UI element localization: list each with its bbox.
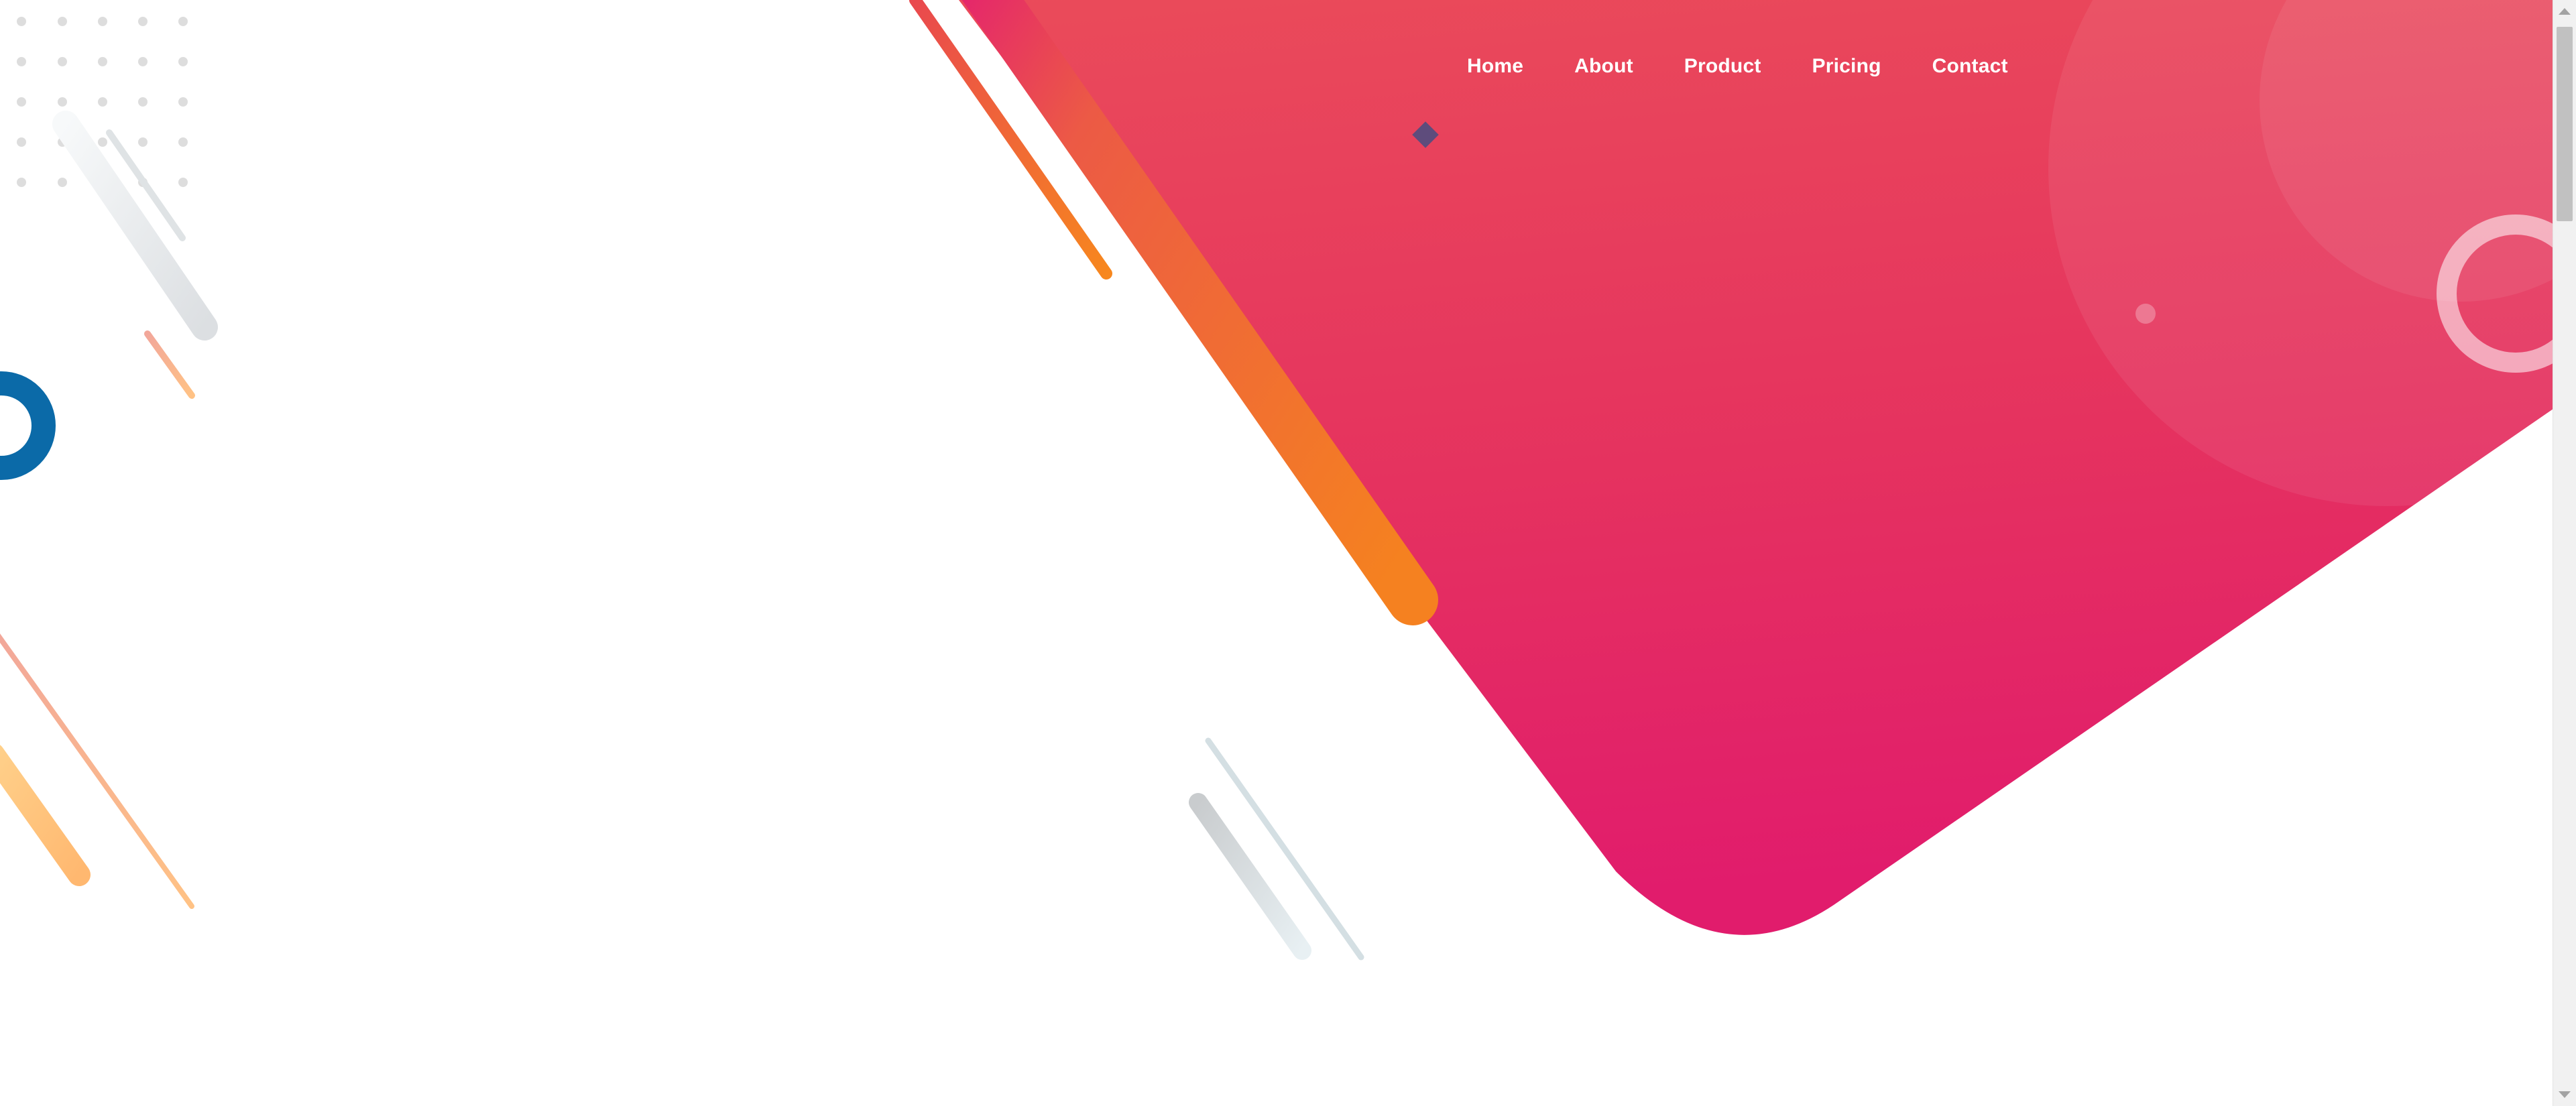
grey-left-bar <box>52 111 218 341</box>
nav-home-link[interactable]: Home <box>1442 47 1549 86</box>
salmon-short-line <box>144 330 195 399</box>
main-nav: Home About Product Pricing Contact <box>1442 47 2034 86</box>
vertical-scrollbar[interactable] <box>2553 0 2576 1106</box>
landing-page: Home About Product Pricing Contact <box>0 0 2576 1106</box>
blue-ring <box>0 371 56 480</box>
nav-contact-link[interactable]: Contact <box>1907 47 2034 86</box>
salmon-long-line <box>0 633 194 909</box>
peach-bar <box>0 745 91 886</box>
nav-pricing-link[interactable]: Pricing <box>1787 47 1907 86</box>
nav-product-link[interactable]: Product <box>1659 47 1787 86</box>
scroll-up-arrow-icon[interactable] <box>2553 0 2576 23</box>
hero-background <box>0 0 2553 961</box>
scrollbar-thumb[interactable] <box>2557 27 2573 221</box>
hero-dot <box>2135 304 2156 324</box>
nav-about-link[interactable]: About <box>1549 47 1659 86</box>
grey-center-bar <box>1189 793 1311 960</box>
scroll-down-arrow-icon[interactable] <box>2553 1083 2576 1106</box>
